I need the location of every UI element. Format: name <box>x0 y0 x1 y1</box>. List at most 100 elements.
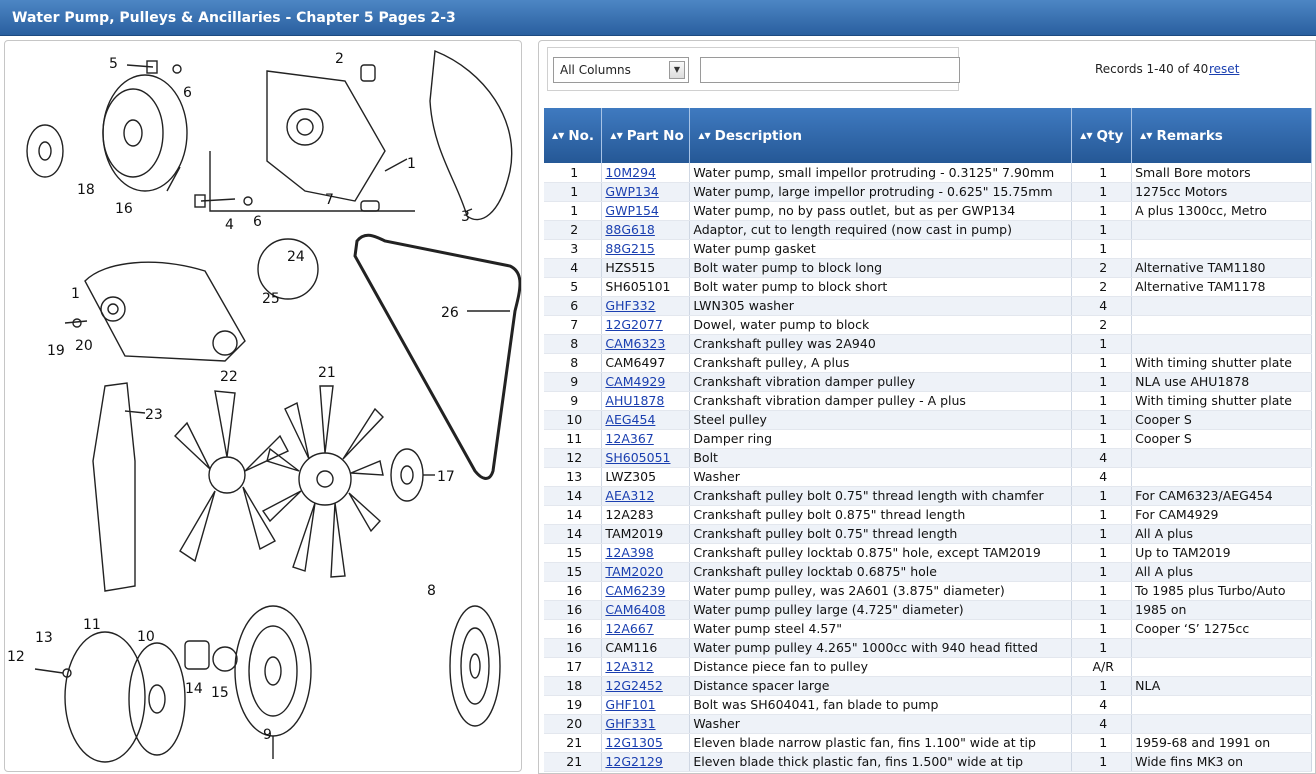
part-link[interactable]: 12A367 <box>605 431 653 446</box>
table-row: 7 12G2077 Dowel, water pump to block 2 <box>544 315 1312 335</box>
header-part-no[interactable]: ▲▼ Part No <box>601 108 691 163</box>
part-link[interactable]: TAM2020 <box>605 564 663 579</box>
row-no-text: 13 <box>566 469 583 484</box>
header-description[interactable]: ▲▼ Description <box>689 108 1073 163</box>
row-part-no[interactable]: GWP154 <box>601 201 691 221</box>
part-link[interactable]: AEA312 <box>605 488 654 503</box>
row-part-no[interactable]: 88G618 <box>601 220 691 240</box>
row-part-no[interactable]: 12G1305 <box>601 733 691 753</box>
row-no: 14 <box>544 524 603 544</box>
row-qty-text: 1 <box>1099 545 1108 560</box>
row-part-no[interactable]: SH605051 <box>601 448 691 468</box>
row-qty-text: 1 <box>1099 754 1108 769</box>
row-qty: 1 <box>1071 543 1133 563</box>
row-description: Washer <box>689 467 1073 487</box>
row-qty: 4 <box>1071 467 1133 487</box>
row-no-text: 8 <box>570 355 579 370</box>
row-qty-text: 1 <box>1099 431 1108 446</box>
part-link[interactable]: GHF332 <box>605 298 655 313</box>
part-link[interactable]: GHF331 <box>605 716 655 731</box>
part-link[interactable]: 12G2129 <box>605 754 662 769</box>
row-part-no[interactable]: GWP134 <box>601 182 691 202</box>
part-link[interactable]: AHU1878 <box>605 393 664 408</box>
row-part-no[interactable]: TAM2020 <box>601 562 691 582</box>
label-20: 20 <box>75 338 93 354</box>
row-part-no[interactable]: 12G2077 <box>601 315 691 335</box>
table-row: 11 12A367 Damper ring 1 Cooper S <box>544 429 1312 449</box>
row-description-text: Water pump pulley 4.265" 1000cc with 940… <box>693 640 1038 655</box>
table-row: 21 12G2129 Eleven blade thick plastic fan,… <box>544 752 1312 772</box>
column-select[interactable]: All Columns ▼ <box>553 57 689 83</box>
row-part-no[interactable]: GHF331 <box>601 714 691 734</box>
part-link[interactable]: SH605051 <box>605 450 670 465</box>
table-row: 6 GHF332 LWN305 washer 4 <box>544 296 1312 316</box>
part-link[interactable]: GHF101 <box>605 697 655 712</box>
part-link[interactable]: CAM6408 <box>605 602 665 617</box>
part-link[interactable]: 88G215 <box>605 241 654 256</box>
part-22-shape <box>174 390 289 563</box>
part-link[interactable]: 12A398 <box>605 545 653 560</box>
row-remarks: Cooper S <box>1131 429 1312 449</box>
part-link[interactable]: 12A667 <box>605 621 653 636</box>
part-link[interactable]: GWP134 <box>605 184 658 199</box>
row-description-text: Crankshaft pulley bolt 0.75" thread leng… <box>693 488 1044 503</box>
header-no[interactable]: ▲▼ No. <box>544 108 603 163</box>
row-part-no[interactable]: CAM6323 <box>601 334 691 354</box>
row-qty-text: 1 <box>1099 735 1108 750</box>
part-link[interactable]: 12G1305 <box>605 735 662 750</box>
row-qty: 1 <box>1071 505 1133 525</box>
label-11: 11 <box>83 617 101 633</box>
table-row: 5 SH605101 Bolt water pump to block short 2… <box>544 277 1312 297</box>
row-qty: 1 <box>1071 220 1133 240</box>
row-description-text: Eleven blade thick plastic fan, fins 1.5… <box>693 754 1024 769</box>
row-no-text: 2 <box>570 222 579 237</box>
row-remarks <box>1131 448 1312 468</box>
header-qty[interactable]: ▲▼ Qty <box>1071 108 1133 163</box>
row-part-no[interactable]: GHF332 <box>601 296 691 316</box>
part-link[interactable]: GWP154 <box>605 203 658 218</box>
part-link[interactable]: CAM4929 <box>605 374 665 389</box>
row-part-no[interactable]: AEG454 <box>601 410 691 430</box>
row-qty: 1 <box>1071 638 1133 658</box>
row-part-no[interactable]: 10M294 <box>601 163 691 183</box>
row-description: Water pump gasket <box>689 239 1073 259</box>
row-part-no[interactable]: AHU1878 <box>601 391 691 411</box>
row-part-no[interactable]: 12G2129 <box>601 752 691 772</box>
row-part-no[interactable]: 88G215 <box>601 239 691 259</box>
row-description-text: Bolt <box>693 450 718 465</box>
search-input[interactable] <box>700 57 960 83</box>
part-link[interactable]: 12G2077 <box>605 317 662 332</box>
row-description: Crankshaft pulley locktab 0.875" hole, e… <box>689 543 1073 563</box>
row-part-no[interactable]: 12G2452 <box>601 676 691 696</box>
row-part-no[interactable]: CAM6408 <box>601 600 691 620</box>
row-part-no[interactable]: 12A398 <box>601 543 691 563</box>
row-part-no: TAM2019 <box>601 524 691 544</box>
row-no: 17 <box>544 657 603 677</box>
table-row: 14 12A283 Crankshaft pulley bolt 0.875" th… <box>544 505 1312 525</box>
part-link[interactable]: 12G2452 <box>605 678 662 693</box>
part-link[interactable]: CAM6239 <box>605 583 665 598</box>
part-link[interactable]: AEG454 <box>605 412 655 427</box>
row-part-no[interactable]: 12A312 <box>601 657 691 677</box>
row-part-no[interactable]: CAM4929 <box>601 372 691 392</box>
row-part-no: HZS515 <box>601 258 691 278</box>
part-link[interactable]: 12A312 <box>605 659 653 674</box>
row-remarks: Alternative TAM1178 <box>1131 277 1312 297</box>
row-part-no[interactable]: 12A367 <box>601 429 691 449</box>
row-part-no[interactable]: CAM6239 <box>601 581 691 601</box>
row-qty-text: 1 <box>1099 583 1108 598</box>
part-link[interactable]: 88G618 <box>605 222 654 237</box>
row-part-no[interactable]: AEA312 <box>601 486 691 506</box>
part-link[interactable]: 10M294 <box>605 165 656 180</box>
row-part-no[interactable]: 12A667 <box>601 619 691 639</box>
reset-link[interactable]: reset <box>1209 62 1239 76</box>
row-remarks-text: Cooper ‘S’ 1275cc <box>1135 621 1250 636</box>
row-qty-text: 4 <box>1099 716 1108 731</box>
row-description: Bolt water pump to block short <box>689 277 1073 297</box>
row-part-no[interactable]: GHF101 <box>601 695 691 715</box>
header-remarks[interactable]: ▲▼ Remarks <box>1131 108 1312 163</box>
parts-table: ▲▼ No. ▲▼ Part No ▲▼ Description ▲▼ Qty ▲▼ Re… <box>544 108 1312 772</box>
row-no-text: 14 <box>566 507 583 522</box>
chevron-down-icon[interactable]: ▼ <box>669 61 685 79</box>
part-link[interactable]: CAM6323 <box>605 336 665 351</box>
